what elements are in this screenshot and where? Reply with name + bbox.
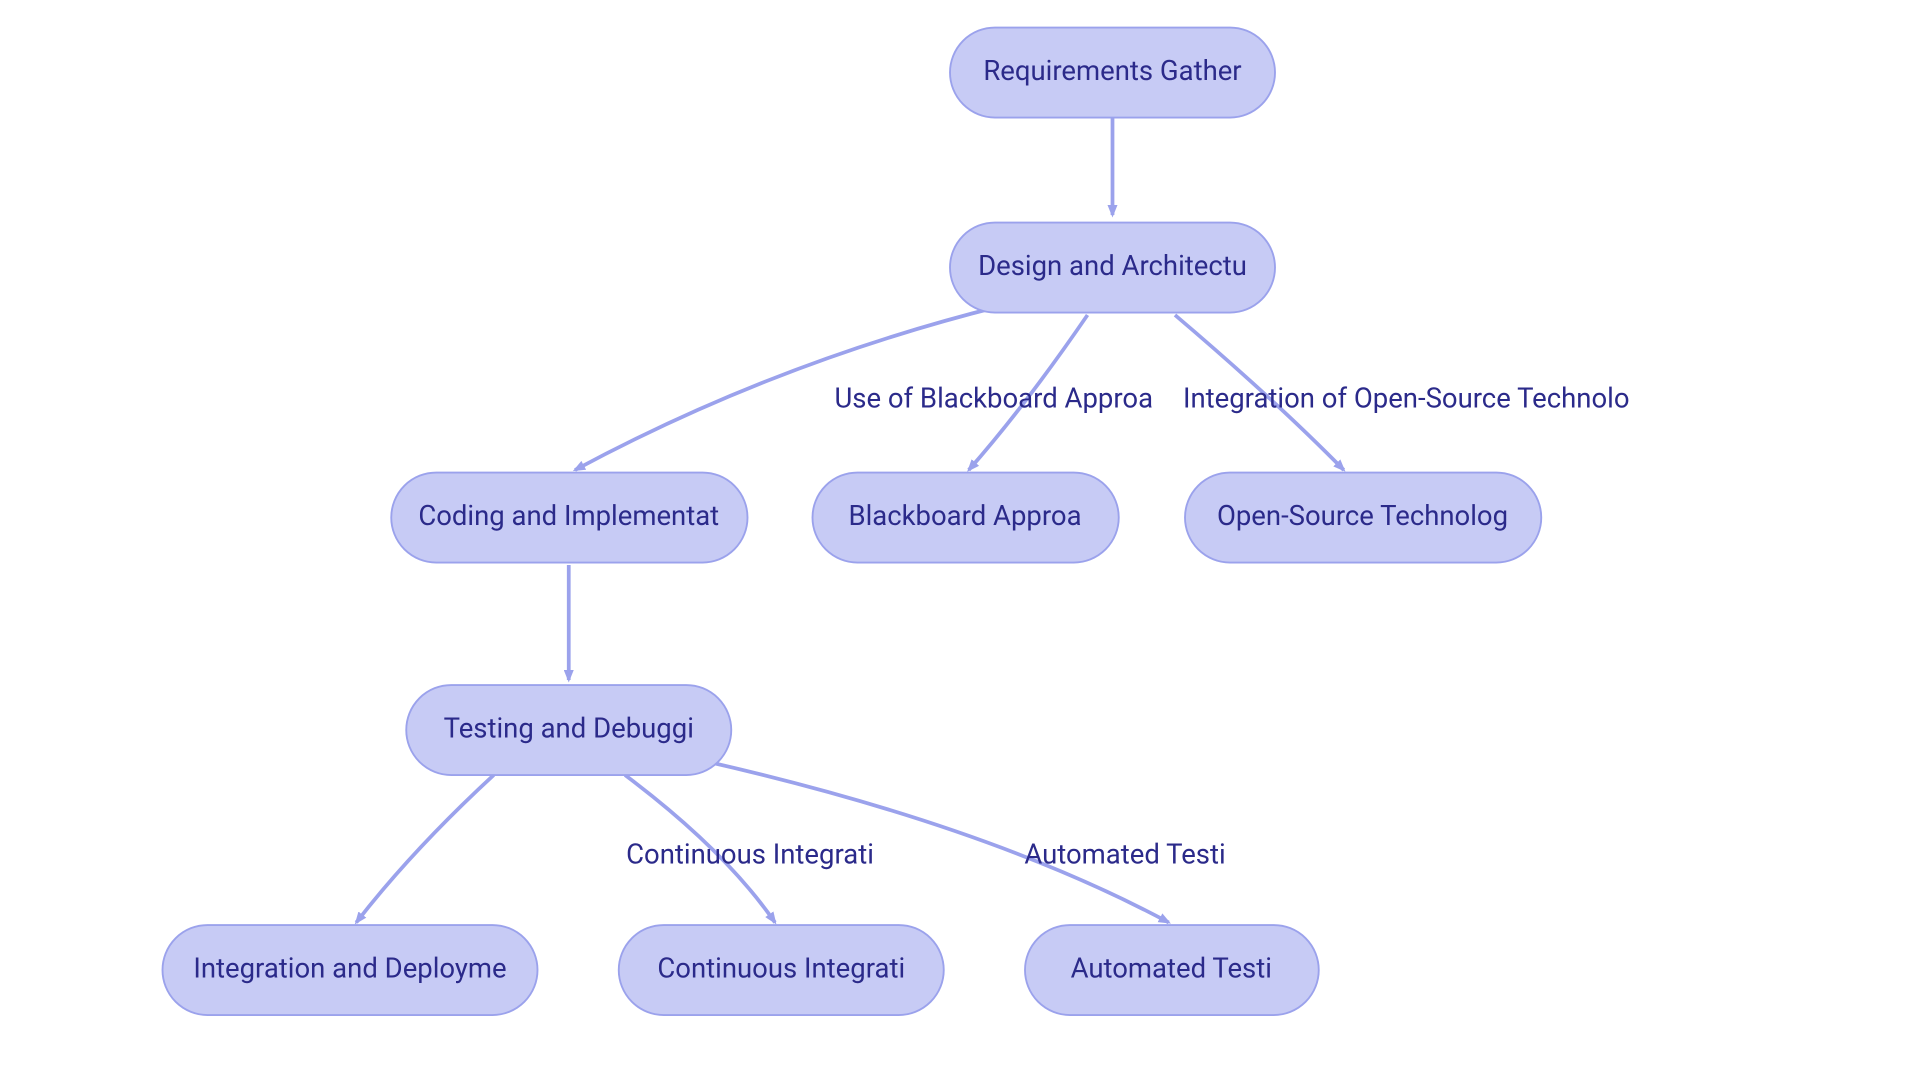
node-label: Open-Source Technolog	[1217, 499, 1508, 532]
node-integration: Integration and Deployme	[163, 925, 538, 1015]
node-testing: Testing and Debuggi	[406, 685, 731, 775]
node-requirements: Requirements Gather	[950, 28, 1275, 118]
node-coding: Coding and Implementat	[391, 473, 747, 563]
node-label: Design and Architectu	[978, 249, 1247, 282]
node-automated: Automated Testi	[1025, 925, 1319, 1015]
edge-label-opensource: Integration of Open-Source Technolo	[1183, 381, 1630, 414]
node-design: Design and Architectu	[950, 223, 1275, 313]
node-label: Coding and Implementat	[418, 499, 719, 532]
node-label: Continuous Integrati	[657, 951, 905, 984]
edge-label-ci: Continuous Integrati	[626, 838, 874, 871]
node-label: Automated Testi	[1071, 951, 1272, 984]
node-blackboard: Blackboard Approa	[813, 473, 1119, 563]
node-opensource: Open-Source Technolog	[1185, 473, 1541, 563]
node-label: Integration and Deployme	[193, 951, 506, 984]
edge-label-automated: Automated Testi	[1024, 838, 1225, 871]
node-label: Testing and Debuggi	[444, 711, 694, 744]
node-ci: Continuous Integrati	[619, 925, 944, 1015]
flowchart-diagram: Use of Blackboard Approa Integration of …	[0, 0, 1920, 1080]
node-label: Requirements Gather	[983, 54, 1241, 87]
edge-testing-to-integration	[356, 775, 494, 923]
edge-label-blackboard: Use of Blackboard Approa	[834, 381, 1153, 414]
node-label: Blackboard Approa	[848, 499, 1081, 532]
